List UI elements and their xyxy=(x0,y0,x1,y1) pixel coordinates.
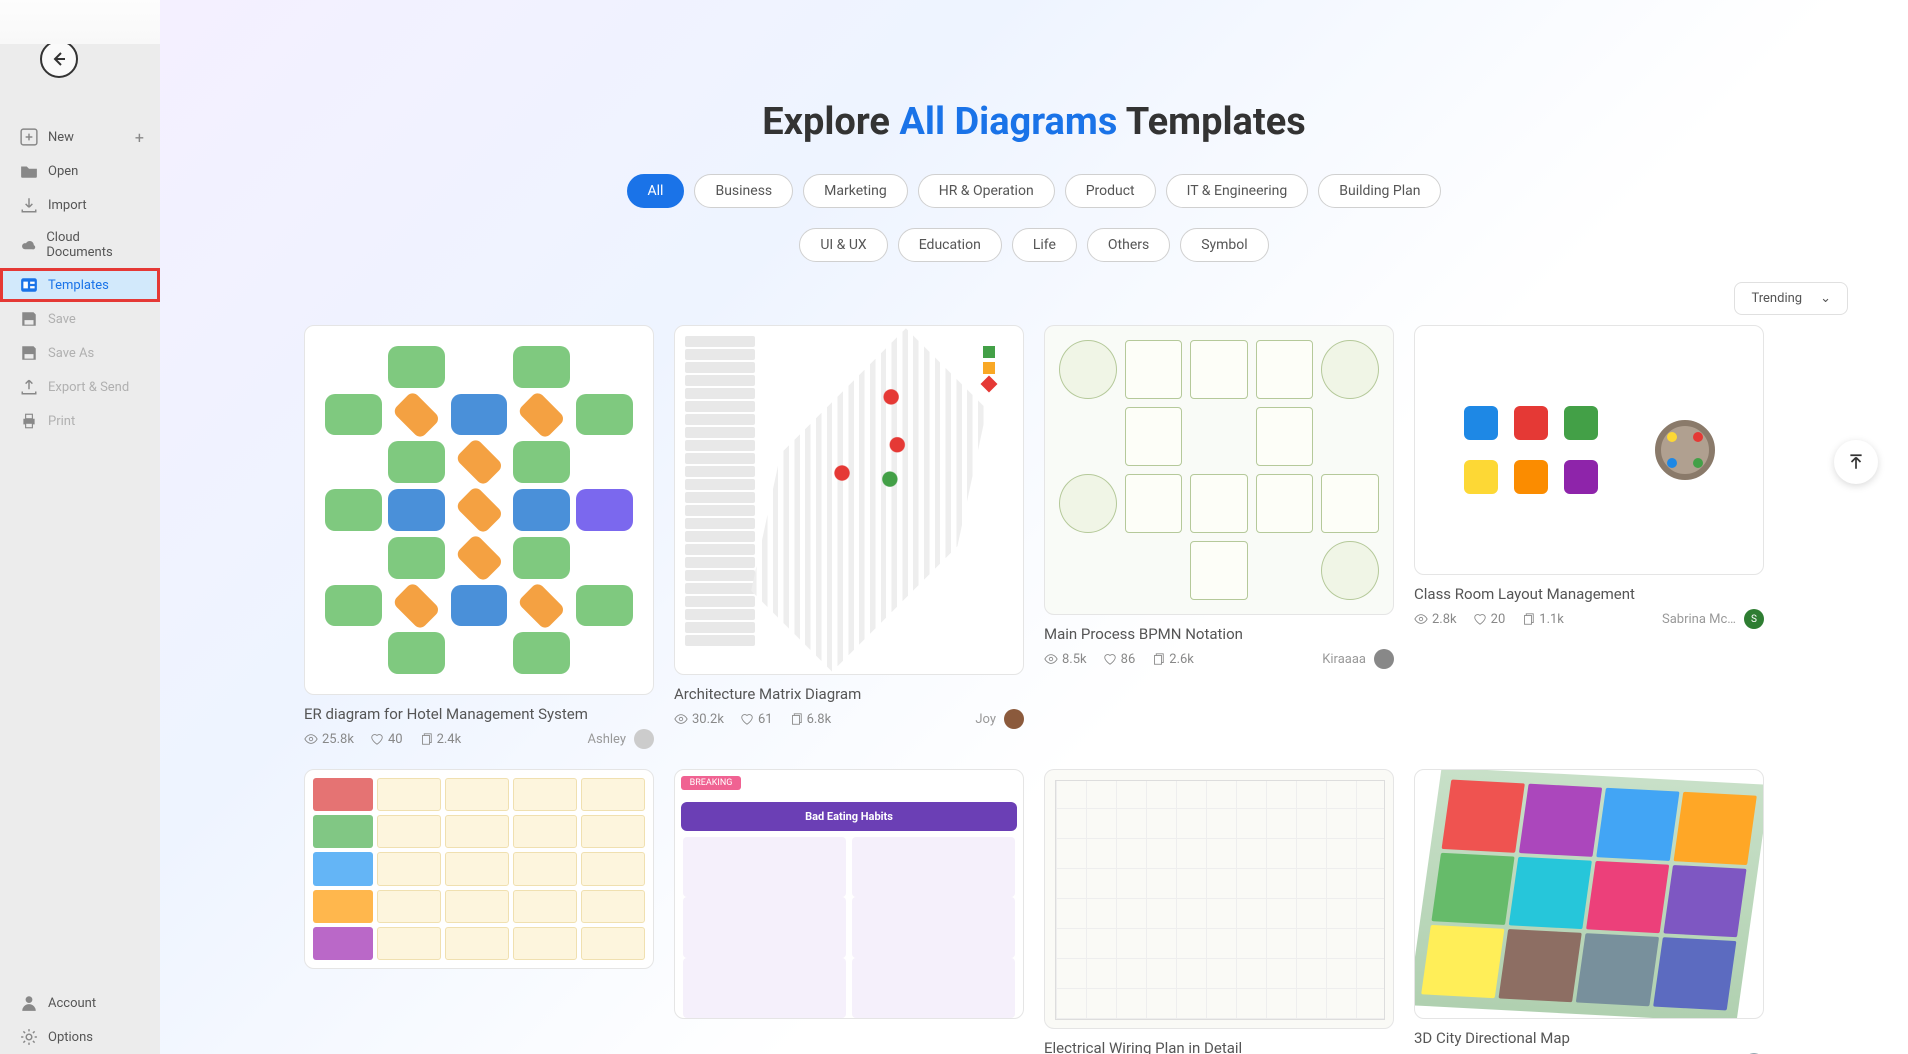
cloud-icon xyxy=(20,236,36,254)
sidebar-item-new[interactable]: New + xyxy=(0,120,160,154)
card-title: 3D City Directional Map xyxy=(1414,1029,1764,1047)
sidebar-item-label: Save As xyxy=(48,346,94,361)
print-icon xyxy=(20,412,38,430)
sort-label: Trending xyxy=(1751,291,1802,306)
card-meta: 8.5k 86 2.6k Kiraaaa xyxy=(1044,649,1394,669)
category-it[interactable]: IT & Engineering xyxy=(1166,174,1309,208)
template-card[interactable]: BREAKING Bad Eating Habits xyxy=(674,769,1024,1054)
category-all[interactable]: All xyxy=(627,174,685,208)
sidebar-item-label: Account xyxy=(48,996,96,1011)
category-education[interactable]: Education xyxy=(898,228,1002,262)
arrow-left-icon xyxy=(49,49,69,69)
sidebar-item-label: Templates xyxy=(48,278,109,293)
save-as-icon xyxy=(20,344,38,362)
category-symbol[interactable]: Symbol xyxy=(1180,228,1268,262)
sidebar: New + Open Import Cloud Documents Templa… xyxy=(0,0,160,1054)
import-icon xyxy=(20,196,38,214)
category-marketing[interactable]: Marketing xyxy=(803,174,908,208)
card-title: Class Room Layout Management xyxy=(1414,585,1764,603)
sidebar-item-saveas: Save As xyxy=(0,336,160,370)
main-content: Explore All Diagrams Templates All Busin… xyxy=(160,0,1908,1054)
sidebar-item-cloud[interactable]: Cloud Documents xyxy=(0,222,160,268)
plus-square-icon xyxy=(20,128,38,146)
sidebar-item-label: Print xyxy=(48,414,75,429)
card-meta: 25.8k 40 2.4k Ashley xyxy=(304,729,654,749)
sidebar-item-label: Save xyxy=(48,312,76,327)
category-others[interactable]: Others xyxy=(1087,228,1170,262)
breaking-badge: BREAKING xyxy=(681,776,741,790)
template-card[interactable]: Architecture Matrix Diagram 30.2k 61 6.8… xyxy=(674,325,1024,749)
template-card[interactable]: 3D City Directional Map 3.7k 40 2.0k PEÑ… xyxy=(1414,769,1764,1054)
sidebar-item-label: New xyxy=(48,130,74,145)
infographic-title: Bad Eating Habits xyxy=(681,802,1017,831)
category-life[interactable]: Life xyxy=(1012,228,1077,262)
likes-stat: 40 xyxy=(370,732,403,747)
category-tabs: All Business Marketing HR & Operation Pr… xyxy=(160,174,1908,208)
template-grid: ER diagram for Hotel Management System 2… xyxy=(160,325,1908,1054)
template-card[interactable] xyxy=(304,769,654,1054)
sidebar-item-import[interactable]: Import xyxy=(0,188,160,222)
save-icon xyxy=(20,310,38,328)
category-building[interactable]: Building Plan xyxy=(1318,174,1441,208)
sidebar-item-label: Open xyxy=(48,164,78,179)
back-button[interactable] xyxy=(40,40,78,78)
template-card[interactable]: Electrical Wiring Plan in Detail 6.4k 57… xyxy=(1044,769,1394,1054)
add-icon[interactable]: + xyxy=(135,128,144,147)
sidebar-item-label: Export & Send xyxy=(48,380,129,395)
card-thumbnail xyxy=(304,769,654,969)
card-thumbnail xyxy=(674,325,1024,675)
category-business[interactable]: Business xyxy=(694,174,793,208)
sidebar-item-save: Save xyxy=(0,302,160,336)
card-thumbnail xyxy=(1414,769,1764,1019)
page-title: Explore All Diagrams Templates xyxy=(160,100,1908,144)
arrow-up-icon xyxy=(1847,453,1865,471)
sidebar-item-export: Export & Send xyxy=(0,370,160,404)
gear-icon xyxy=(20,1028,38,1046)
sidebar-item-open[interactable]: Open xyxy=(0,154,160,188)
author-name: Ashley xyxy=(588,732,626,747)
template-card[interactable]: Main Process BPMN Notation 8.5k 86 2.6k … xyxy=(1044,325,1394,749)
sidebar-item-print: Print xyxy=(0,404,160,438)
scroll-to-top-button[interactable] xyxy=(1834,440,1878,484)
card-meta: 2.8k 20 1.1k Sabrina Mc…S xyxy=(1414,609,1764,629)
category-product[interactable]: Product xyxy=(1065,174,1156,208)
category-tabs-row2: UI & UX Education Life Others Symbol xyxy=(160,228,1908,262)
card-thumbnail xyxy=(1044,769,1394,1029)
template-icon xyxy=(20,276,38,294)
card-thumbnail xyxy=(1414,325,1764,575)
card-meta: 30.2k 61 6.8k Joy xyxy=(674,709,1024,729)
export-icon xyxy=(20,378,38,396)
copies-stat: 2.4k xyxy=(419,732,462,747)
category-hr[interactable]: HR & Operation xyxy=(918,174,1055,208)
chevron-down-icon: ⌄ xyxy=(1820,291,1831,306)
sidebar-item-label: Import xyxy=(48,198,87,213)
template-card[interactable]: ER diagram for Hotel Management System 2… xyxy=(304,325,654,749)
sort-dropdown[interactable]: Trending ⌄ xyxy=(1734,282,1848,315)
category-uiux[interactable]: UI & UX xyxy=(799,228,887,262)
card-thumbnail xyxy=(304,325,654,695)
folder-icon xyxy=(20,162,38,180)
template-card[interactable]: Class Room Layout Management 2.8k 20 1.1… xyxy=(1414,325,1764,749)
card-title: Architecture Matrix Diagram xyxy=(674,685,1024,703)
card-thumbnail: BREAKING Bad Eating Habits xyxy=(674,769,1024,1019)
sidebar-item-label: Options xyxy=(48,1030,93,1045)
card-title: Electrical Wiring Plan in Detail xyxy=(1044,1039,1394,1054)
sidebar-item-options[interactable]: Options xyxy=(0,1020,160,1054)
card-title: Main Process BPMN Notation xyxy=(1044,625,1394,643)
sidebar-item-templates[interactable]: Templates xyxy=(0,268,160,302)
views-stat: 25.8k xyxy=(304,732,354,747)
account-icon xyxy=(20,994,38,1012)
author-avatar xyxy=(634,729,654,749)
sidebar-item-account[interactable]: Account xyxy=(0,986,160,1020)
sidebar-item-label: Cloud Documents xyxy=(46,230,140,260)
card-title: ER diagram for Hotel Management System xyxy=(304,705,654,723)
card-thumbnail xyxy=(1044,325,1394,615)
